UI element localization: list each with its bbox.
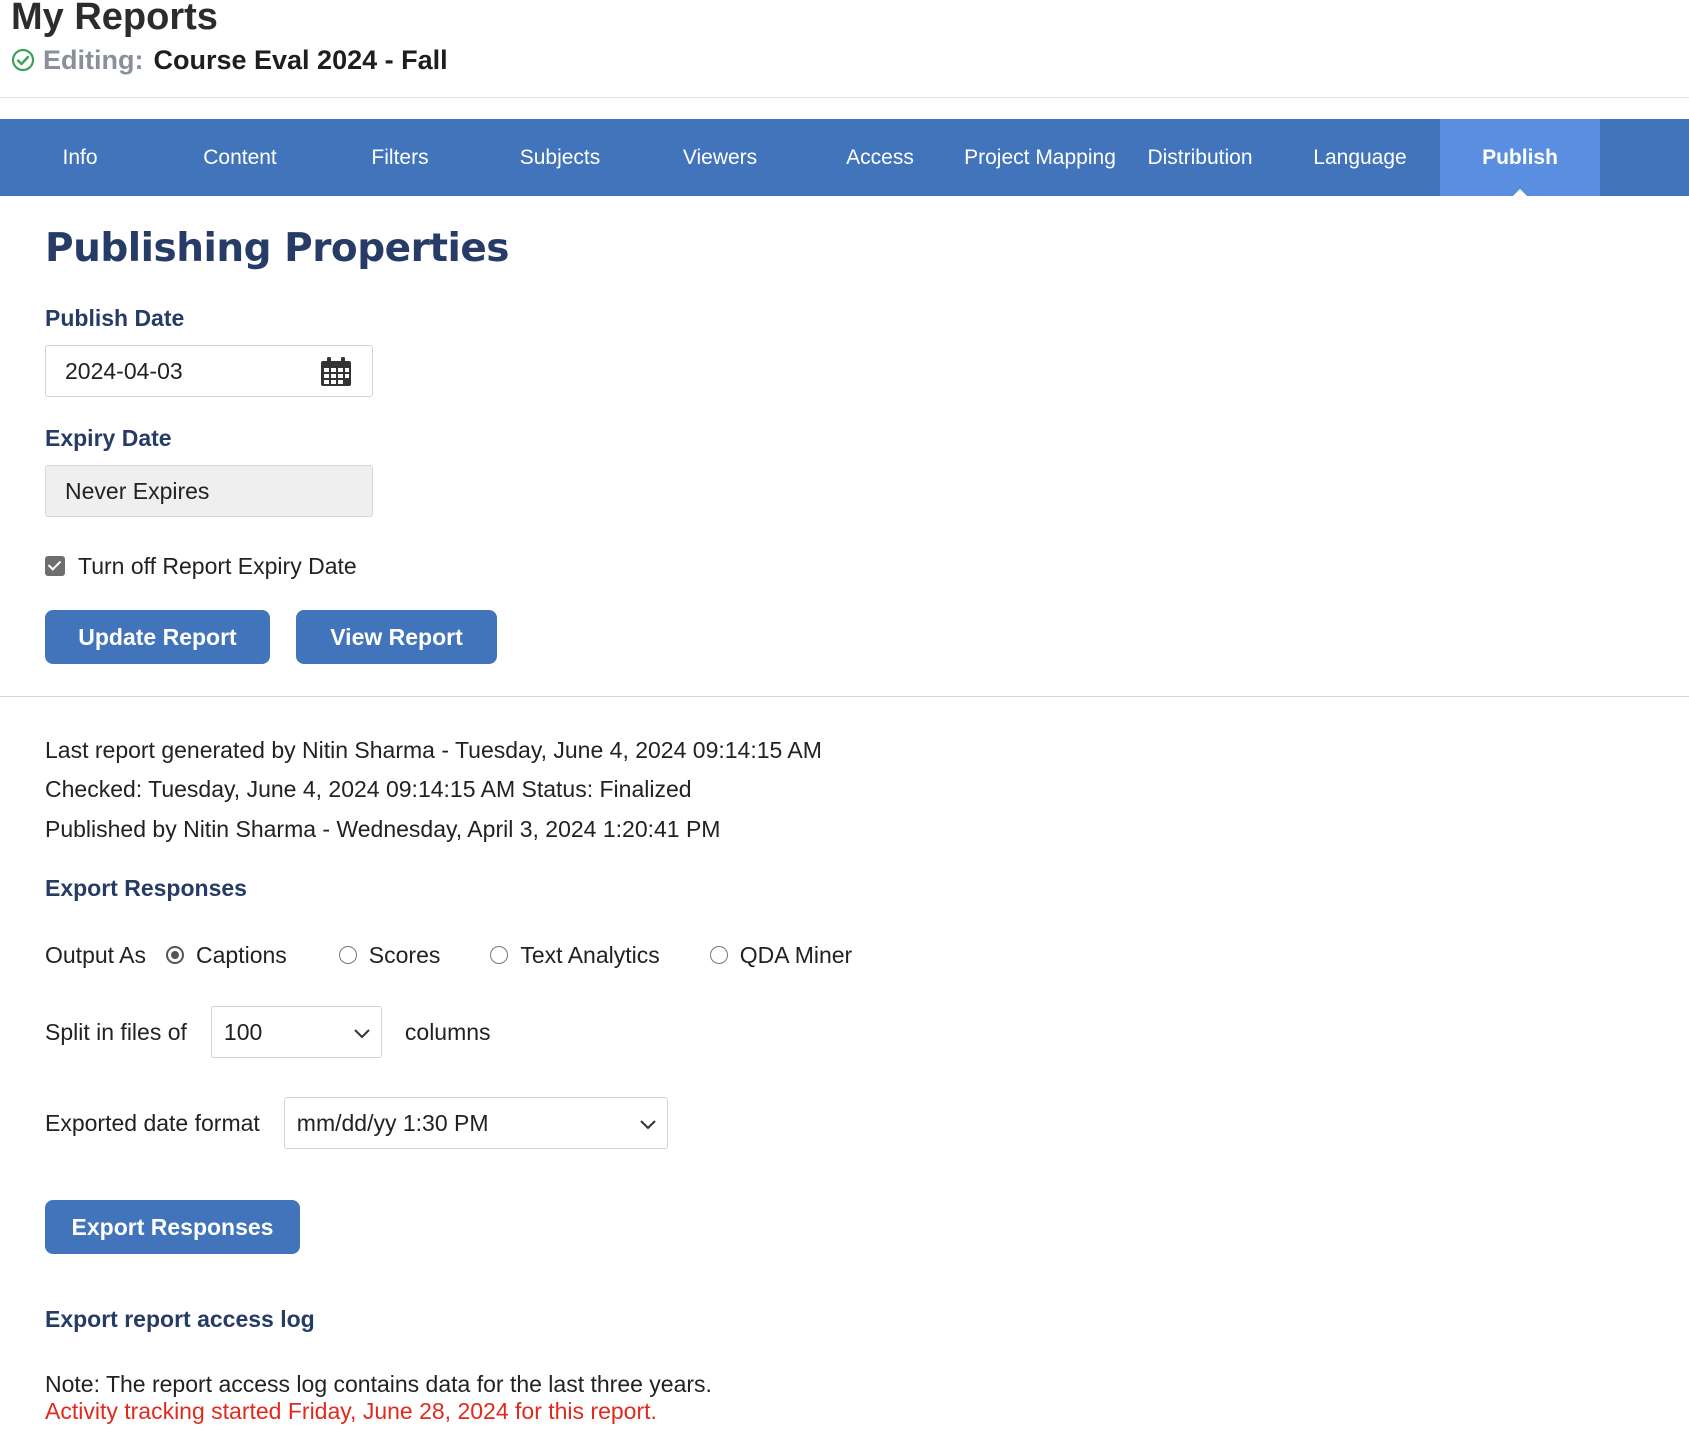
export-responses-heading: Export Responses (45, 875, 247, 901)
page: My Reports Editing: Course Eval 2024 - F… (0, 0, 1689, 1441)
published-by-text: Published by Nitin Sharma - Wednesday, A… (45, 816, 721, 842)
tab-content[interactable]: Content (160, 119, 320, 196)
tab-publish[interactable]: Publish (1440, 119, 1600, 196)
expiry-date-value: Never Expires (65, 477, 210, 504)
turn-off-expiry-checkbox[interactable] (45, 556, 65, 576)
qda-miner-radio[interactable] (709, 946, 728, 964)
check-circle-icon (11, 48, 35, 72)
option-captions[interactable]: Captions (166, 942, 287, 969)
section-title: Publishing Properties (45, 226, 510, 271)
report-name: Course Eval 2024 - Fall (153, 44, 448, 75)
section-divider (0, 696, 1689, 697)
chevron-down-icon (354, 1029, 370, 1039)
export-responses-button[interactable]: Export Responses (45, 1200, 300, 1254)
tab-viewers[interactable]: Viewers (640, 119, 800, 196)
output-as-label: Output As (45, 941, 147, 968)
publish-date-label: Publish Date (45, 305, 185, 331)
expiry-date-field: Never Expires (45, 465, 373, 517)
tab-subjects[interactable]: Subjects (480, 119, 640, 196)
editing-status: Editing: Course Eval 2024 - Fall (11, 42, 448, 78)
scores-radio[interactable] (338, 946, 357, 964)
text-analytics-radio[interactable] (490, 946, 509, 964)
split-files-select[interactable]: 100 (210, 1006, 382, 1058)
access-log-note: Note: The report access log contains dat… (45, 1371, 712, 1397)
publish-date-field[interactable]: 2024-04-03 (45, 345, 373, 397)
date-format-row: Exported date format mm/dd/yy 1:30 PM (45, 1097, 668, 1149)
output-as-group: Output As Captions Scores Text Analytics… (45, 940, 852, 970)
captions-radio[interactable] (166, 946, 185, 964)
calendar-icon[interactable] (320, 357, 352, 387)
view-report-button[interactable]: View Report (296, 610, 497, 664)
chevron-down-icon (640, 1120, 656, 1130)
update-report-button[interactable]: Update Report (45, 610, 270, 664)
option-text-analytics[interactable]: Text Analytics (490, 942, 660, 969)
header-divider (0, 97, 1689, 98)
publish-date-value: 2024-04-03 (65, 357, 183, 384)
app-title: My Reports (11, 0, 218, 38)
tab-access[interactable]: Access (800, 119, 960, 196)
turn-off-expiry-label: Turn off Report Expiry Date (78, 552, 357, 579)
tab-language[interactable]: Language (1280, 119, 1440, 196)
editing-label: Editing: (43, 44, 144, 75)
access-log-heading: Export report access log (45, 1306, 315, 1332)
tab-distribution[interactable]: Distribution (1120, 119, 1280, 196)
date-format-label: Exported date format (45, 1109, 260, 1136)
tracking-started-note: Activity tracking started Friday, June 2… (45, 1398, 657, 1424)
option-qda-miner[interactable]: QDA Miner (709, 942, 852, 969)
turn-off-expiry-row[interactable]: Turn off Report Expiry Date (45, 552, 357, 580)
split-files-suffix: columns (404, 1018, 491, 1045)
date-format-select[interactable]: mm/dd/yy 1:30 PM (283, 1097, 668, 1149)
split-files-row: Split in files of 100 columns (45, 1006, 491, 1058)
option-scores[interactable]: Scores (338, 942, 440, 969)
tab-project-mapping[interactable]: Project Mapping (960, 119, 1120, 196)
split-files-label: Split in files of (45, 1018, 187, 1045)
last-generated-text: Last report generated by Nitin Sharma - … (45, 737, 822, 763)
tab-bar: Info Content Filters Subjects Viewers Ac… (0, 119, 1689, 196)
tab-filters[interactable]: Filters (320, 119, 480, 196)
checked-status-text: Checked: Tuesday, June 4, 2024 09:14:15 … (45, 776, 692, 802)
tab-info[interactable]: Info (0, 119, 160, 196)
expiry-date-label: Expiry Date (45, 425, 172, 451)
